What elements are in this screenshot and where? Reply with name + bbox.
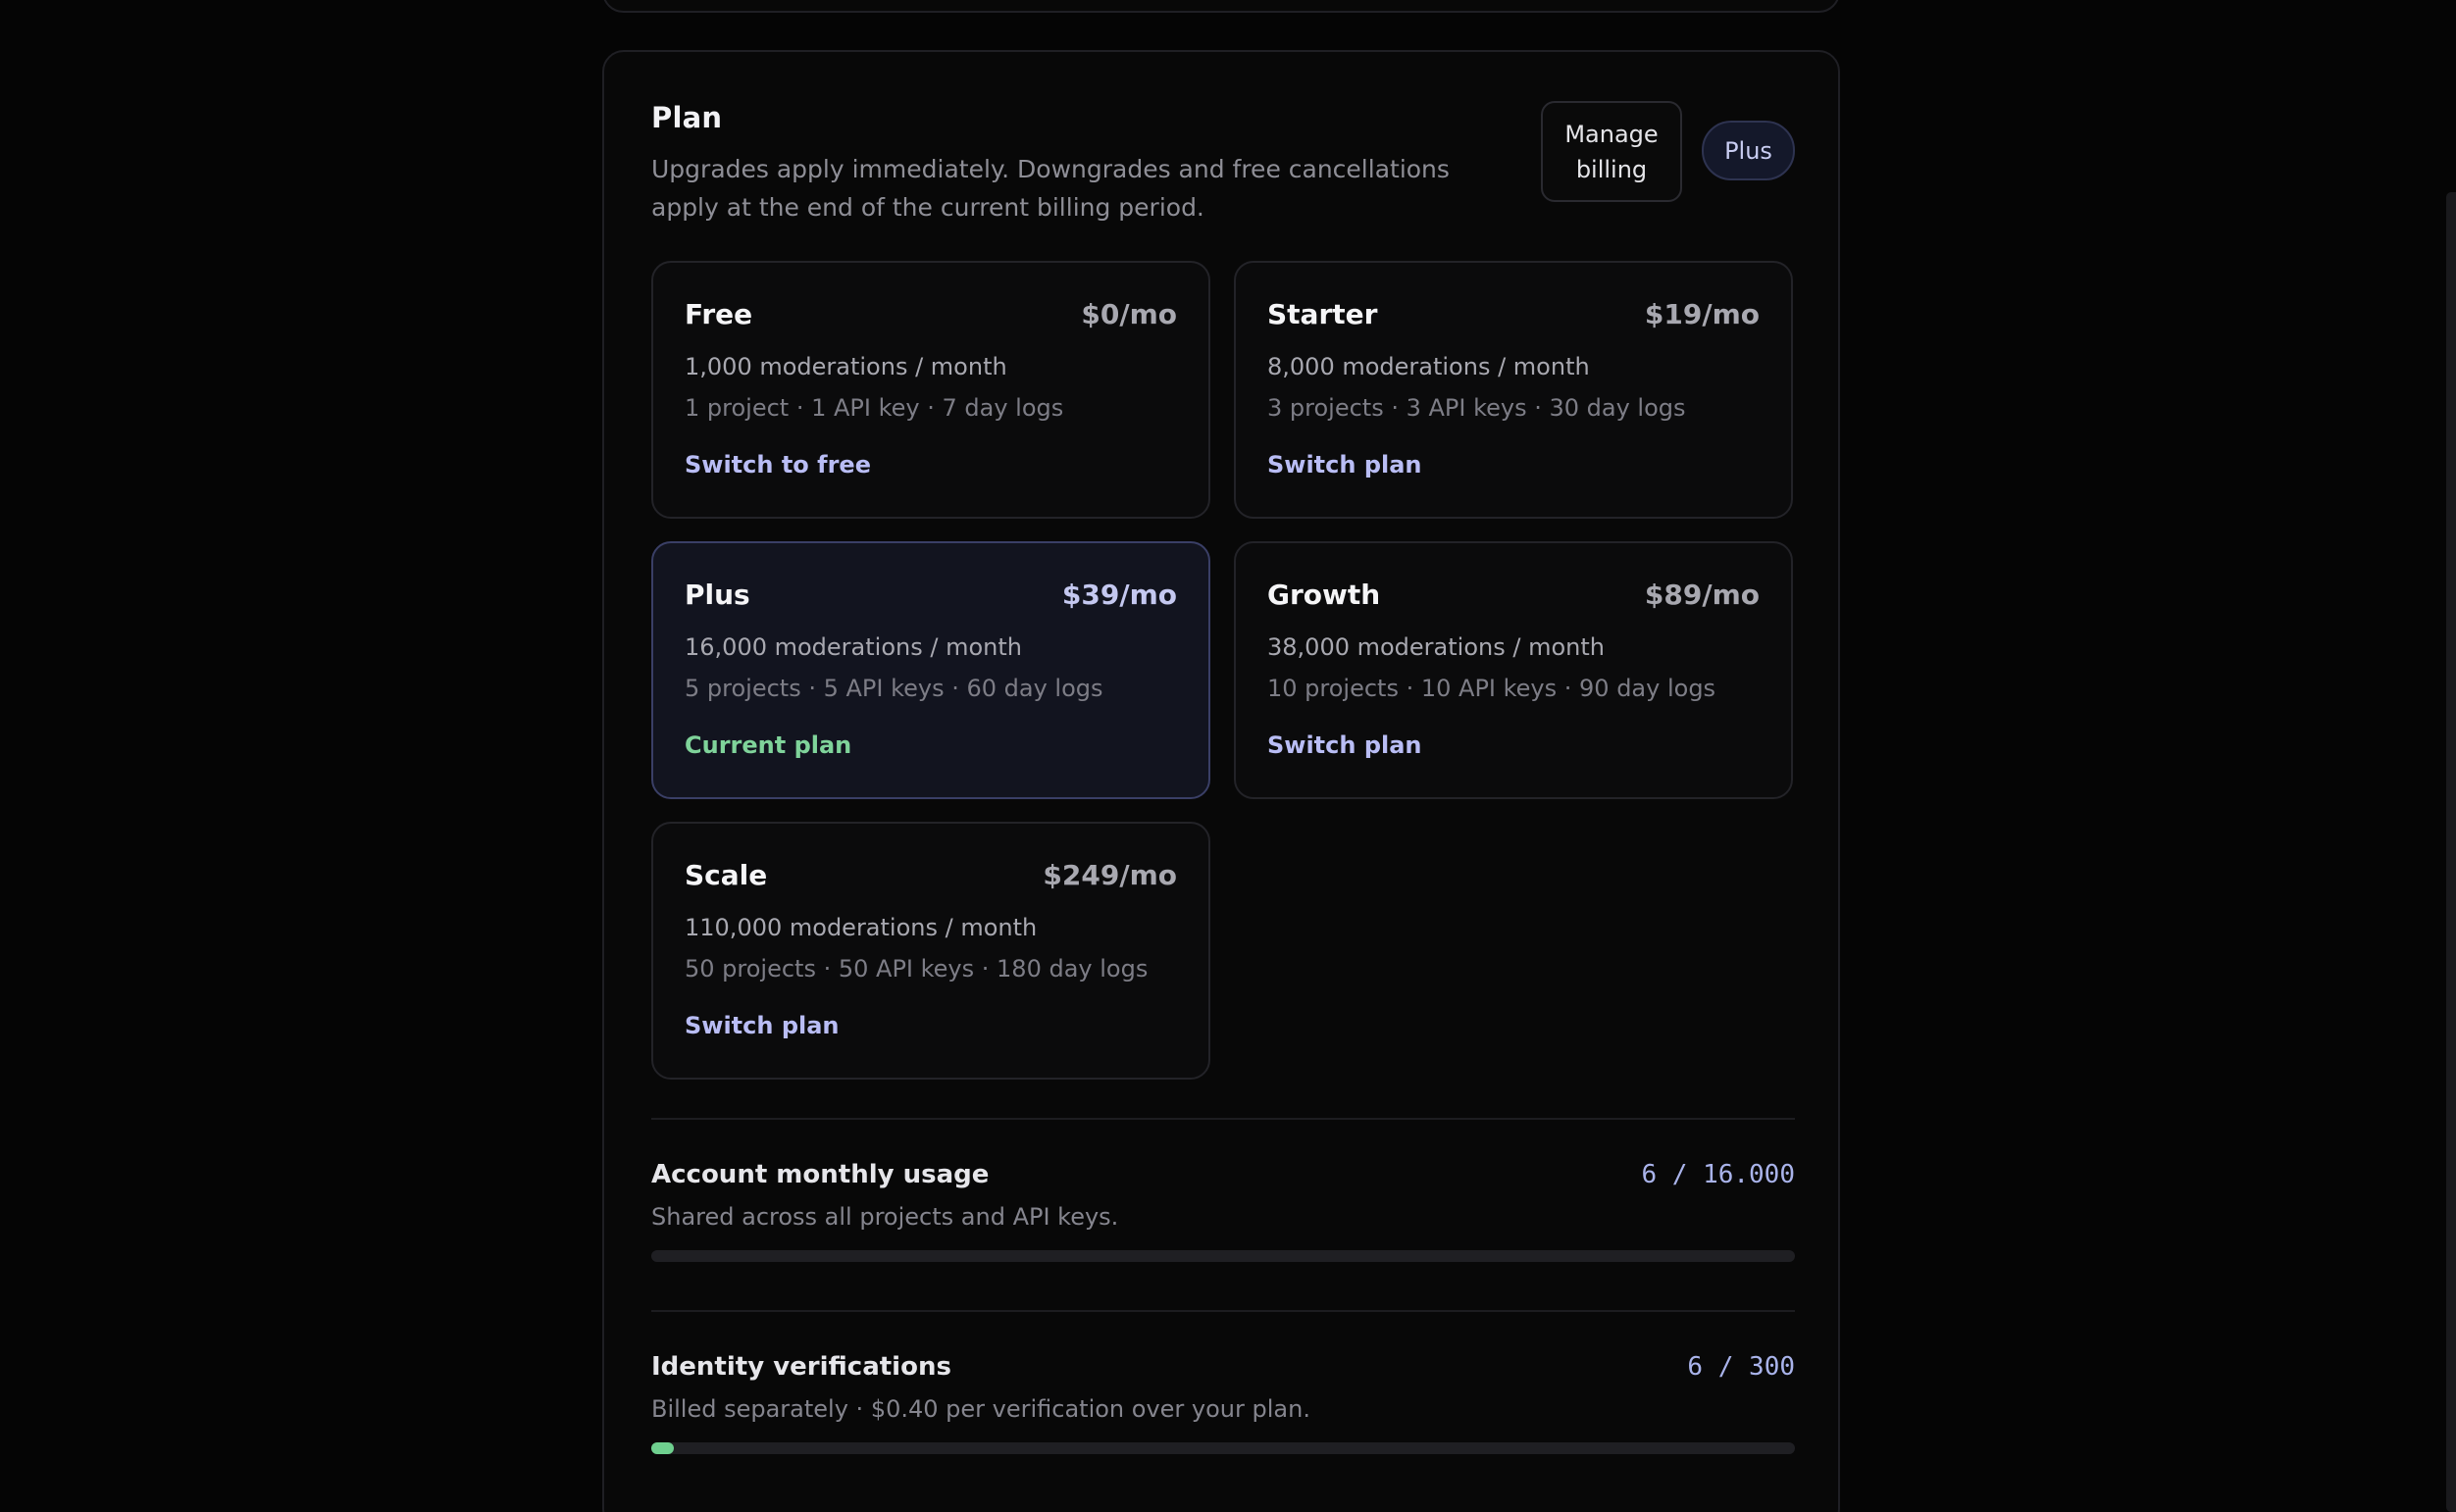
- tier-price: $249/mo: [1043, 859, 1177, 891]
- usage-subtitle: Billed separately · $0.40 per verificati…: [651, 1395, 1310, 1423]
- switch-plan-starter-link[interactable]: Switch plan: [1267, 451, 1422, 479]
- tier-name: Growth: [1267, 579, 1381, 611]
- plan-description: Upgrades apply immediately. Downgrades a…: [651, 155, 1450, 222]
- tier-name: Scale: [685, 859, 768, 891]
- tier-card-starter: Starter $19/mo 8,000 moderations / month…: [1234, 261, 1793, 519]
- tier-limits: 1 project · 1 API key · 7 day logs: [685, 394, 1064, 422]
- tier-quota: 16,000 moderations / month: [685, 633, 1022, 661]
- tier-limits: 5 projects · 5 API keys · 60 day logs: [685, 675, 1103, 702]
- identity-verifications-section: Identity verifications Billed separately…: [651, 1352, 1795, 1460]
- tier-name: Starter: [1267, 298, 1378, 330]
- previous-section-card: [602, 0, 1840, 13]
- tier-card-scale: Scale $249/mo 110,000 moderations / mont…: [651, 822, 1210, 1080]
- tier-card-free: Free $0/mo 1,000 moderations / month 1 p…: [651, 261, 1210, 519]
- current-plan-label: Current plan: [685, 731, 852, 759]
- tier-card-growth: Growth $89/mo 38,000 moderations / month…: [1234, 541, 1793, 799]
- manage-billing-label: Manage billing: [1564, 120, 1659, 183]
- tier-name: Free: [685, 298, 753, 330]
- current-plan-badge: Plus: [1702, 121, 1795, 180]
- switch-to-free-link[interactable]: Switch to free: [685, 451, 871, 479]
- identity-usage-bar-fill: [651, 1442, 675, 1454]
- switch-plan-scale-link[interactable]: Switch plan: [685, 1012, 840, 1039]
- tier-name: Plus: [685, 579, 750, 611]
- monthly-usage-section: Account monthly usage Shared across all …: [651, 1160, 1795, 1268]
- tier-price: $39/mo: [1061, 579, 1177, 611]
- tier-limits: 3 projects · 3 API keys · 30 day logs: [1267, 394, 1686, 422]
- tier-card-plus: Plus $39/mo 16,000 moderations / month 5…: [651, 541, 1210, 799]
- tier-limits: 50 projects · 50 API keys · 180 day logs: [685, 955, 1149, 983]
- usage-subtitle: Shared across all projects and API keys.: [651, 1203, 1119, 1231]
- usage-title: Identity verifications: [651, 1352, 951, 1382]
- page-scrollbar[interactable]: [2446, 192, 2456, 1512]
- tier-price: $0/mo: [1081, 298, 1177, 330]
- tier-price: $19/mo: [1644, 298, 1760, 330]
- tier-quota: 110,000 moderations / month: [685, 914, 1038, 941]
- manage-billing-button[interactable]: Manage billing: [1541, 101, 1682, 202]
- tier-quota: 8,000 moderations / month: [1267, 353, 1590, 380]
- monthly-usage-bar: [651, 1250, 1795, 1262]
- identity-usage-bar: [651, 1442, 1795, 1454]
- switch-plan-growth-link[interactable]: Switch plan: [1267, 731, 1422, 759]
- usage-count: 6 / 16.000: [1641, 1160, 1795, 1189]
- plan-card: Plan Upgrades apply immediately. Downgra…: [602, 50, 1840, 1512]
- tier-price: $89/mo: [1644, 579, 1760, 611]
- billing-settings-page: Plan Upgrades apply immediately. Downgra…: [0, 0, 2456, 1512]
- usage-count: 6 / 300: [1687, 1352, 1795, 1382]
- tier-quota: 38,000 moderations / month: [1267, 633, 1605, 661]
- tier-quota: 1,000 moderations / month: [685, 353, 1007, 380]
- tier-limits: 10 projects · 10 API keys · 90 day logs: [1267, 675, 1716, 702]
- divider: [651, 1310, 1795, 1312]
- divider: [651, 1118, 1795, 1120]
- usage-title: Account monthly usage: [651, 1160, 990, 1189]
